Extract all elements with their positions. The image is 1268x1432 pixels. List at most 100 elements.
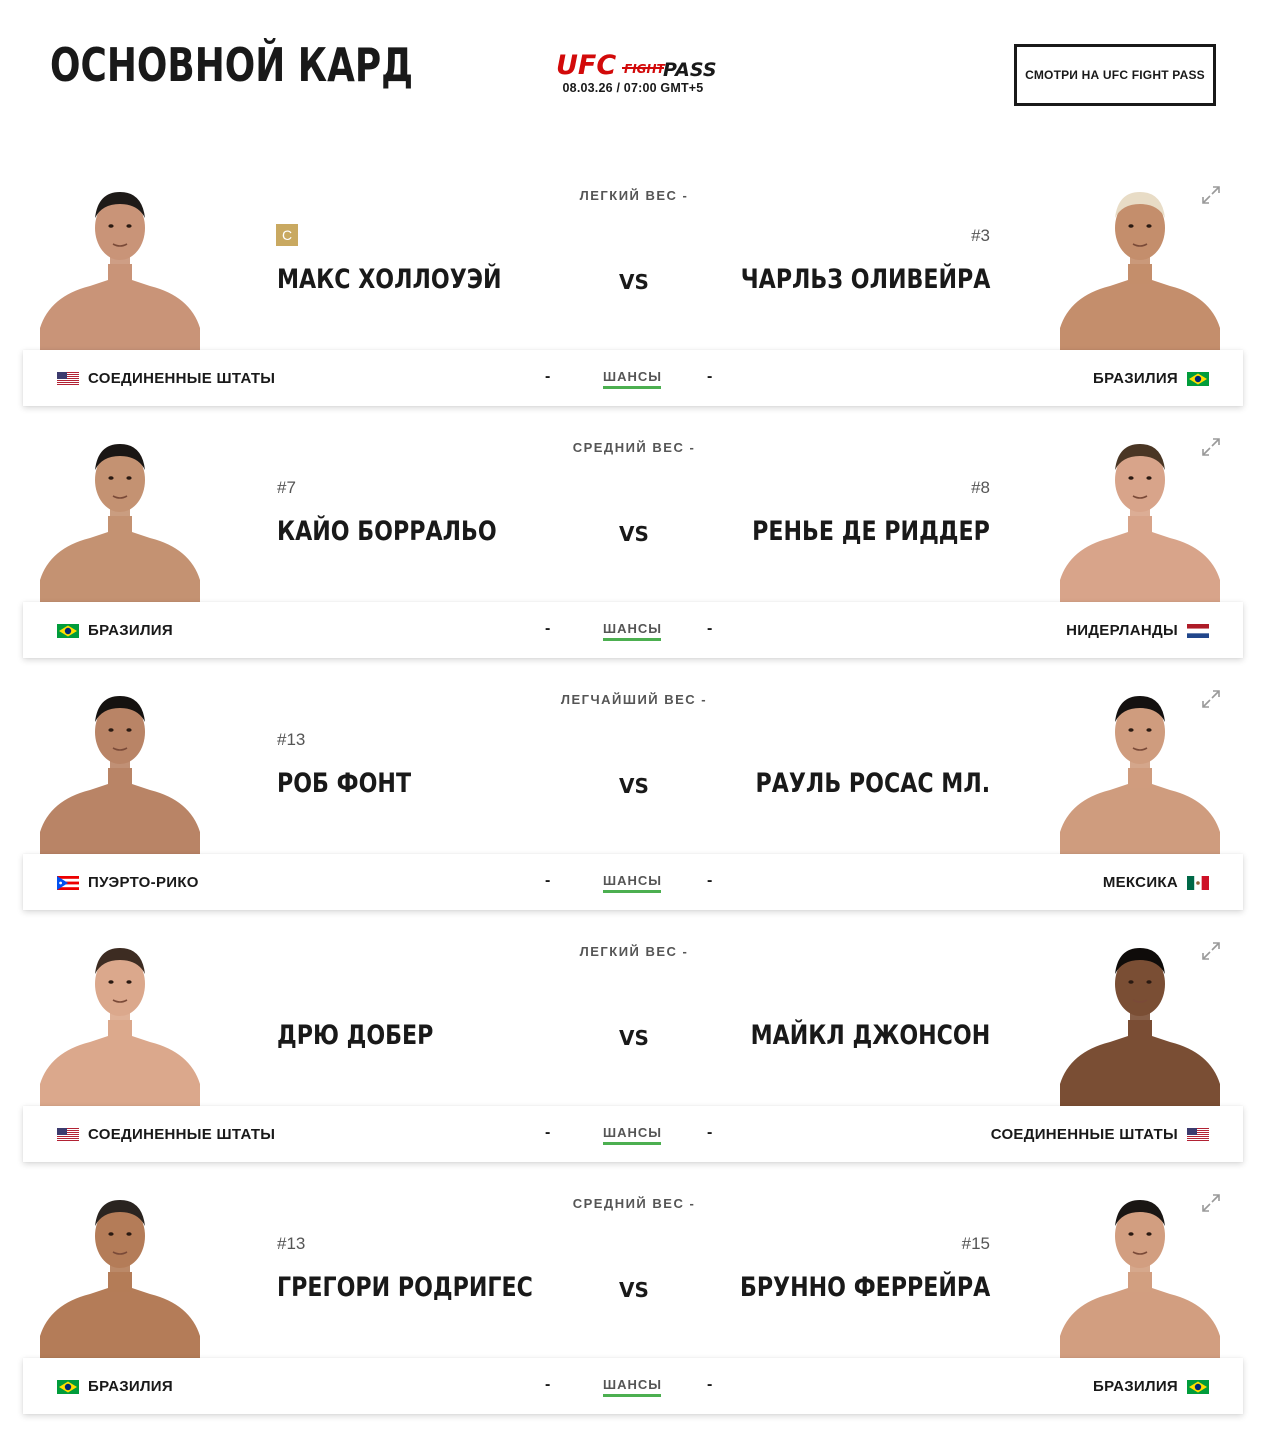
red-corner-odds: - — [545, 1376, 551, 1393]
odds-link[interactable]: ШАНСЫ — [603, 1377, 661, 1397]
expand-icon[interactable] — [1200, 940, 1222, 962]
blue-corner-odds: - — [707, 368, 713, 385]
blue-country-label: БРАЗИЛИЯ — [1093, 1378, 1178, 1395]
red-corner-fighter-name[interactable]: ГРЕГОРИ РОДРИГЕС — [277, 1272, 533, 1303]
br-flag-icon — [1187, 371, 1209, 386]
pr-flag-icon — [57, 875, 79, 890]
red-corner-fighter-photo[interactable] — [40, 178, 200, 350]
fight-card[interactable]: ЛЕГКИЙ ВЕС - ДРЮ ДОБЕР VS МАЙКЛ ДЖОНСОН … — [0, 924, 1268, 1176]
fight-card[interactable]: СРЕДНИЙ ВЕС - #13 #15 ГРЕГОРИ РОДРИГЕС V… — [0, 1176, 1268, 1428]
blue-corner-fighter-name[interactable]: РАУЛЬ РОСАС МЛ. — [755, 768, 990, 799]
blue-corner-fighter-photo[interactable] — [1060, 934, 1220, 1106]
fight-card[interactable]: ЛЕГЧАЙШИЙ ВЕС - #13 РОБ ФОНТ VS РАУЛЬ РО… — [0, 672, 1268, 924]
red-corner-fighter-photo[interactable] — [40, 430, 200, 602]
blue-flag — [1187, 371, 1209, 386]
vs-label: VS — [619, 1278, 649, 1302]
odds-link[interactable]: ШАНСЫ — [603, 873, 661, 893]
blue-flag — [1187, 875, 1209, 890]
red-corner-fighter-name[interactable]: МАКС ХОЛЛОУЭЙ — [277, 264, 502, 295]
red-country-label: БРАЗИЛИЯ — [88, 622, 173, 639]
watch-on-fight-pass-button[interactable]: СМОТРИ НА UFC FIGHT PASS — [1014, 44, 1216, 106]
blue-corner-country: БРАЗИЛИЯ — [1093, 1378, 1209, 1395]
fight-info-bar: ПУЭРТО-РИКО - ШАНСЫ - МЕКСИКА — [23, 854, 1243, 910]
blue-corner-fighter-name[interactable]: БРУННО ФЕРРЕЙРА — [740, 1272, 990, 1303]
red-country-label: БРАЗИЛИЯ — [88, 1378, 173, 1395]
blue-corner-fighter-name[interactable]: РЕНЬЕ ДЕ РИДДЕР — [752, 516, 990, 547]
red-corner-fighter-name[interactable]: КАЙО БОРРАЛЬО — [277, 516, 497, 547]
blue-corner-rank: #15 — [961, 1234, 990, 1253]
blue-corner-country: НИДЕРЛАНДЫ — [1066, 622, 1209, 639]
fight-info-bar: СОЕДИНЕННЫЕ ШТАТЫ - ШАНСЫ - БРАЗИЛИЯ — [23, 350, 1243, 406]
red-country-label: СОЕДИНЕННЫЕ ШТАТЫ — [88, 1126, 276, 1143]
nl-flag-icon — [1187, 623, 1209, 638]
red-corner-rank: #7 — [277, 478, 296, 497]
odds-link[interactable]: ШАНСЫ — [603, 1125, 661, 1145]
red-corner-odds: - — [545, 620, 551, 637]
weight-class: СРЕДНИЙ ВЕС - — [572, 440, 696, 455]
red-country-label: СОЕДИНЕННЫЕ ШТАТЫ — [88, 370, 276, 387]
red-flag — [57, 1379, 79, 1394]
red-corner-fighter-name[interactable]: РОБ ФОНТ — [277, 768, 411, 799]
blue-flag — [1187, 623, 1209, 638]
blue-corner-rank: #8 — [971, 478, 990, 497]
fight-info-bar: СОЕДИНЕННЫЕ ШТАТЫ - ШАНСЫ - СОЕДИНЕННЫЕ … — [23, 1106, 1243, 1162]
blue-flag — [1187, 1379, 1209, 1394]
red-flag — [57, 875, 79, 890]
blue-corner-country: СОЕДИНЕННЫЕ ШТАТЫ — [991, 1126, 1209, 1143]
weight-class: ЛЕГКИЙ ВЕС - — [579, 944, 689, 959]
blue-corner-fighter-name[interactable]: ЧАРЛЬЗ ОЛИВЕЙРА — [740, 264, 990, 295]
fight-info-bar: БРАЗИЛИЯ - ШАНСЫ - НИДЕРЛАНДЫ — [23, 602, 1243, 658]
fight-card[interactable]: СРЕДНИЙ ВЕС - #7 #8 КАЙО БОРРАЛЬО VS РЕН… — [0, 420, 1268, 672]
champion-badge: C — [276, 224, 298, 246]
red-corner-country: БРАЗИЛИЯ — [57, 1378, 173, 1395]
main-card-header: ОСНОВНОЙ КАРД UFC FIGHT PASS 08.03.26 / … — [0, 0, 1268, 140]
blue-corner-fighter-photo[interactable] — [1060, 682, 1220, 854]
blue-corner-fighter-photo[interactable] — [1060, 430, 1220, 602]
svg-text:UFC: UFC — [556, 50, 616, 81]
red-corner-country: СОЕДИНЕННЫЕ ШТАТЫ — [57, 370, 275, 387]
red-flag — [57, 1127, 79, 1142]
expand-icon[interactable] — [1200, 1192, 1222, 1214]
expand-icon[interactable] — [1200, 184, 1222, 206]
us-flag-icon — [1187, 1127, 1209, 1142]
odds-link[interactable]: ШАНСЫ — [603, 621, 661, 641]
red-corner-fighter-photo[interactable] — [40, 934, 200, 1106]
blue-corner-odds: - — [707, 1124, 713, 1141]
us-flag-icon — [57, 1127, 79, 1142]
br-flag-icon — [57, 623, 79, 638]
red-country-label: ПУЭРТО-РИКО — [88, 874, 199, 891]
red-flag — [57, 371, 79, 386]
blue-country-label: МЕКСИКА — [1102, 874, 1178, 891]
red-corner-country: ПУЭРТО-РИКО — [57, 874, 199, 891]
page-title: ОСНОВНОЙ КАРД — [50, 38, 414, 92]
vs-label: VS — [619, 1026, 649, 1050]
expand-icon[interactable] — [1200, 436, 1222, 458]
vs-label: VS — [619, 774, 649, 798]
blue-flag — [1187, 1127, 1209, 1142]
red-corner-rank: #13 — [277, 730, 306, 749]
red-corner-fighter-photo[interactable] — [40, 1186, 200, 1358]
event-date: 08.03.26 / 07:00 GMT+5 — [562, 81, 704, 95]
blue-corner-odds: - — [707, 872, 713, 889]
blue-corner-fighter-photo[interactable] — [1060, 1186, 1220, 1358]
svg-text:PASS: PASS — [663, 59, 716, 81]
weight-class: СРЕДНИЙ ВЕС - — [572, 1196, 696, 1211]
weight-class: ЛЕГКИЙ ВЕС - — [579, 188, 689, 203]
red-corner-country: СОЕДИНЕННЫЕ ШТАТЫ — [57, 1126, 275, 1143]
blue-corner-country: БРАЗИЛИЯ — [1093, 370, 1209, 387]
red-corner-rank: #13 — [277, 1234, 306, 1253]
expand-icon[interactable] — [1200, 688, 1222, 710]
blue-corner-fighter-photo[interactable] — [1060, 178, 1220, 350]
br-flag-icon — [57, 1379, 79, 1394]
blue-corner-odds: - — [707, 1376, 713, 1393]
odds-link[interactable]: ШАНСЫ — [603, 369, 661, 389]
red-corner-fighter-photo[interactable] — [40, 682, 200, 854]
blue-country-label: СОЕДИНЕННЫЕ ШТАТЫ — [990, 1126, 1178, 1143]
blue-corner-fighter-name[interactable]: МАЙКЛ ДЖОНСОН — [750, 1020, 990, 1051]
blue-corner-odds: - — [707, 620, 713, 637]
blue-country-label: БРАЗИЛИЯ — [1093, 370, 1178, 387]
ufc-fight-pass-logo: UFC FIGHT PASS — [556, 48, 717, 82]
red-corner-fighter-name[interactable]: ДРЮ ДОБЕР — [277, 1020, 433, 1051]
fight-card[interactable]: ЛЕГКИЙ ВЕС - C #3 МАКС ХОЛЛОУЭЙ VS ЧАРЛЬ… — [0, 168, 1268, 420]
fight-info-bar: БРАЗИЛИЯ - ШАНСЫ - БРАЗИЛИЯ — [23, 1358, 1243, 1414]
